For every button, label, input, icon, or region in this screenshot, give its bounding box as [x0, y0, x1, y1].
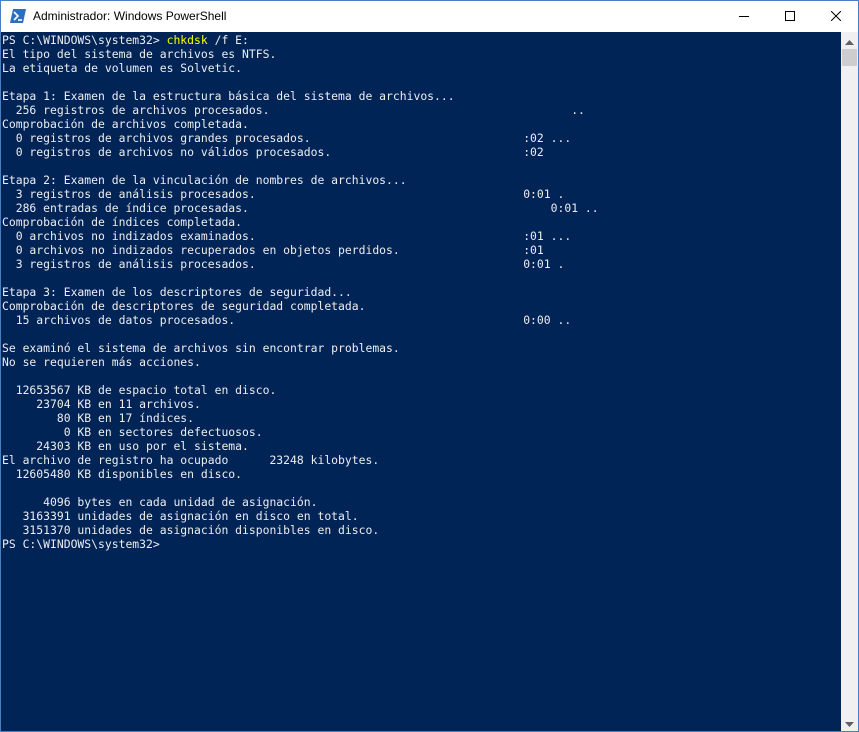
scrollbar-thumb[interactable] [842, 49, 857, 66]
scroll-up-button[interactable] [841, 32, 858, 49]
minimize-button[interactable] [721, 1, 767, 32]
window-title: Administrador: Windows PowerShell [33, 9, 227, 23]
close-button[interactable] [813, 1, 859, 32]
command-args: /f E: [207, 33, 249, 47]
close-icon [830, 8, 842, 26]
prompt-line-2: PS C:\WINDOWS\system32> [2, 537, 160, 551]
vertical-scrollbar[interactable] [841, 32, 858, 731]
chkdsk-output: El tipo del sistema de archivos es NTFS.… [2, 47, 599, 537]
scroll-down-button[interactable] [841, 714, 858, 731]
command-name: chkdsk [166, 33, 208, 47]
title-bar[interactable]: Administrador: Windows PowerShell [1, 1, 858, 32]
maximize-icon [785, 8, 795, 26]
powershell-window: Administrador: Windows PowerShell PS C:\… [0, 0, 859, 732]
console-text: PS C:\WINDOWS\system32> chkdsk /f E: El … [1, 32, 841, 551]
scroll-down-arrow-icon [845, 714, 854, 732]
prompt-line-1: PS C:\WINDOWS\system32> [2, 33, 167, 47]
console-output-area[interactable]: PS C:\WINDOWS\system32> chkdsk /f E: El … [1, 32, 841, 731]
powershell-icon[interactable] [10, 9, 26, 23]
minimize-icon [739, 8, 749, 26]
maximize-button[interactable] [767, 1, 813, 32]
scroll-up-arrow-icon [845, 32, 854, 50]
